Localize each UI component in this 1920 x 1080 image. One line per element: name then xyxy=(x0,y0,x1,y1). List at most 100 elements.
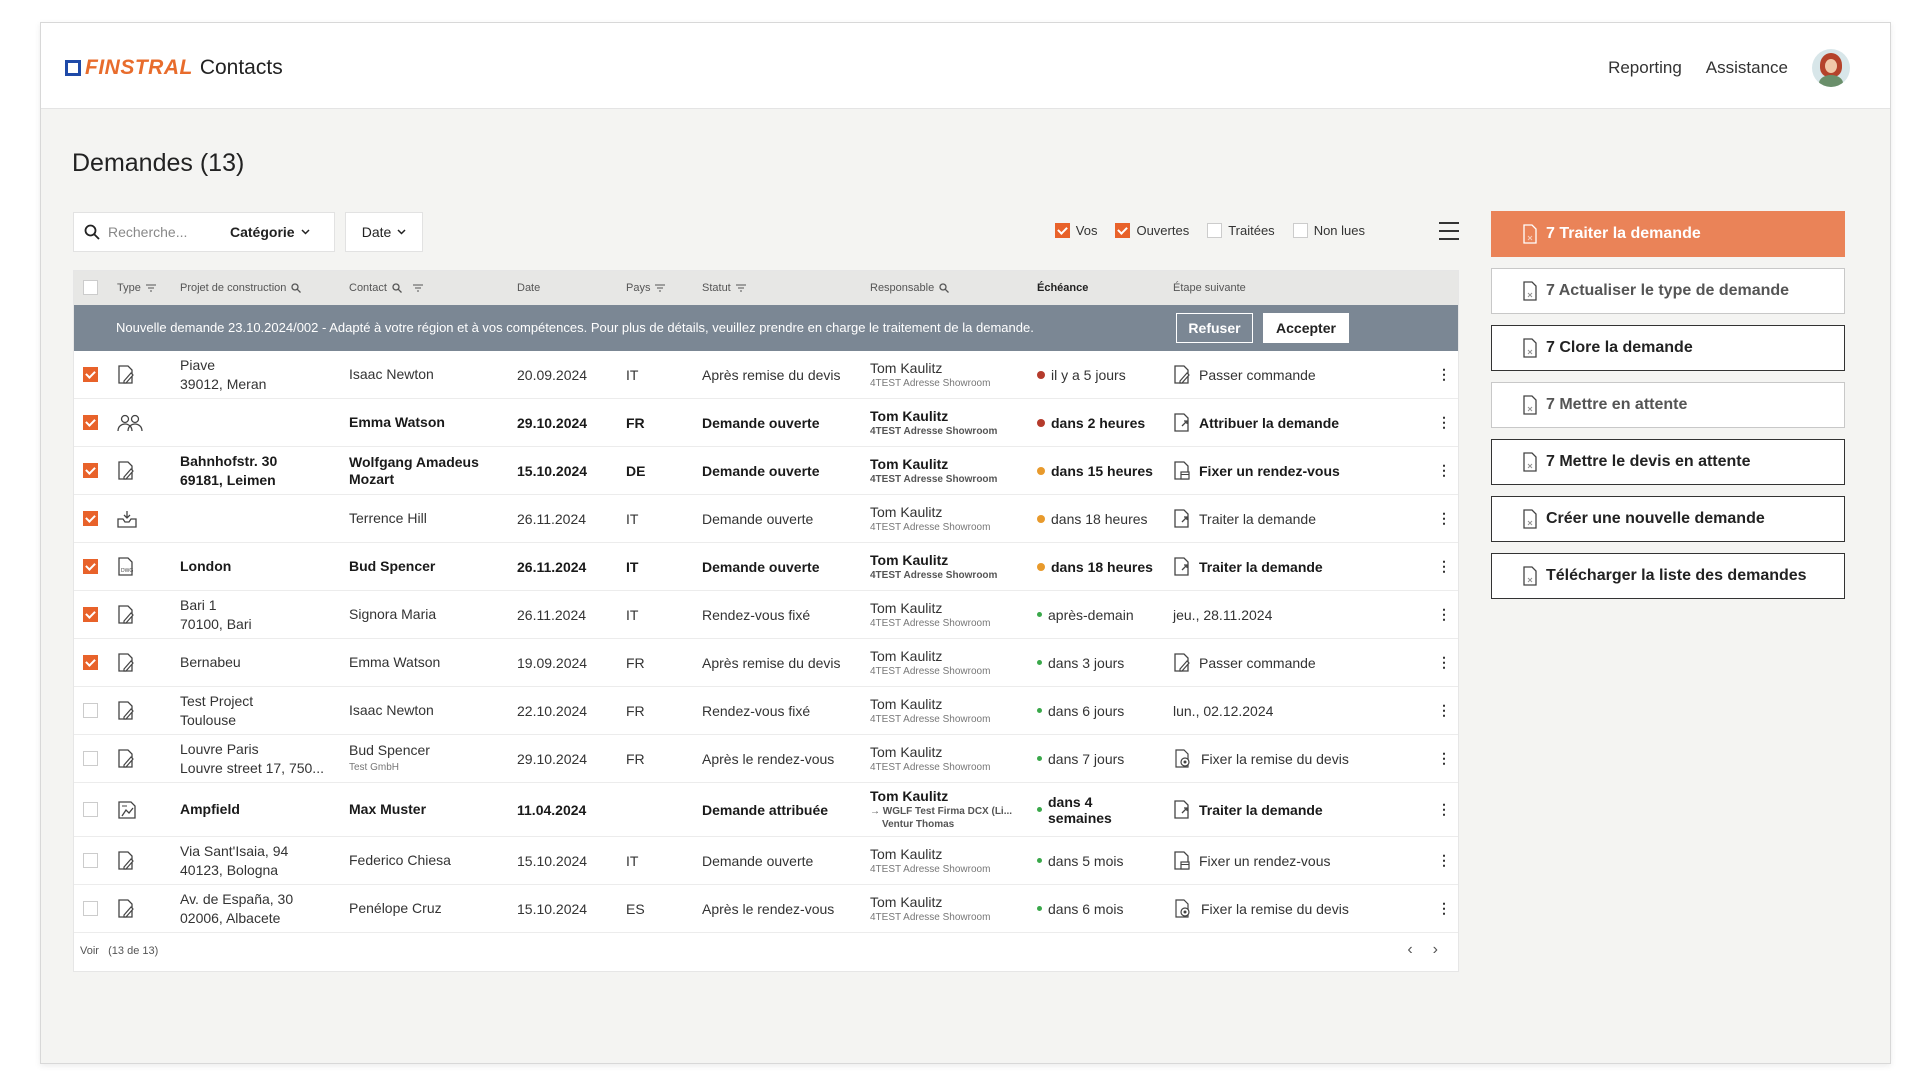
action-button[interactable]: Créer une nouvelle demande xyxy=(1491,496,1845,542)
select-all-checkbox[interactable] xyxy=(83,280,98,295)
filter-checkbox[interactable] xyxy=(1115,223,1131,238)
row-checkbox[interactable] xyxy=(83,802,98,817)
more-options-icon[interactable]: ⋮ xyxy=(1437,591,1451,638)
table-row[interactable]: Terrence Hill 26.11.2024 IT Demande ouve… xyxy=(74,495,1458,543)
due-text: dans 5 mois xyxy=(1048,852,1124,869)
accept-button[interactable]: Accepter xyxy=(1263,313,1349,343)
row-checkbox[interactable] xyxy=(83,655,98,670)
row-checkbox[interactable] xyxy=(83,901,98,916)
responsible-name: Tom Kaulitz xyxy=(870,407,949,424)
table-row[interactable]: Ampfield Max Muster 11.04.2024 Demande a… xyxy=(74,783,1458,837)
filter-checkbox[interactable] xyxy=(1292,223,1308,238)
refuse-button[interactable]: Refuser xyxy=(1176,313,1253,343)
table-row[interactable]: Bahnhofstr. 30 69181, Leimen Wolfgang Ama… xyxy=(74,447,1458,495)
avatar[interactable] xyxy=(1812,49,1850,87)
more-options-icon[interactable]: ⋮ xyxy=(1437,885,1451,932)
project-line2: 40123, Bologna xyxy=(180,861,279,878)
filter-ouvertes[interactable]: Ouvertes xyxy=(1115,223,1189,238)
filter-traitees[interactable]: Traitées xyxy=(1207,223,1275,238)
next-step-cell[interactable]: Fixer la remise du devis xyxy=(1173,885,1349,932)
col-responsible[interactable]: Responsable xyxy=(870,282,950,294)
action-button[interactable]: 7 Mettre le devis en attente xyxy=(1491,439,1845,485)
table-row[interactable]: Piave 39012, Meran Isaac Newton 20.09.202… xyxy=(74,351,1458,399)
row-checkbox[interactable] xyxy=(83,703,98,718)
table-row[interactable]: Via Sant'Isaia, 94 40123, Bologna Federic… xyxy=(74,837,1458,885)
next-step-cell[interactable]: Traiter la demande xyxy=(1173,495,1316,542)
next-step-cell[interactable]: jeu., 28.11.2024 xyxy=(1173,591,1272,638)
col-type[interactable]: Type xyxy=(117,282,156,294)
next-step-cell[interactable]: Fixer la remise du devis xyxy=(1173,735,1349,782)
more-options-icon[interactable]: ⋮ xyxy=(1437,783,1451,836)
filter-non-lues[interactable]: Non lues xyxy=(1292,223,1365,238)
more-options-icon[interactable]: ⋮ xyxy=(1437,495,1451,542)
more-options-icon[interactable]: ⋮ xyxy=(1437,837,1451,884)
search-input[interactable]: Recherche... Catégorie xyxy=(73,212,335,252)
filter-checkbox[interactable] xyxy=(1207,223,1223,238)
col-status[interactable]: Statut xyxy=(702,282,746,294)
people-icon xyxy=(117,414,143,432)
country-cell: ES xyxy=(626,900,645,917)
project-cell: Av. de España, 30 02006, Albacete xyxy=(180,885,340,932)
col-project[interactable]: Projet de construction xyxy=(180,282,302,294)
col-date[interactable]: Date xyxy=(517,282,540,294)
action-button[interactable]: 7 Clore la demande xyxy=(1491,325,1845,371)
table-row[interactable]: Av. de España, 30 02006, Albacete Penélop… xyxy=(74,885,1458,933)
table-row[interactable]: DWG London Bud Spencer 26.11.2024 IT Dem… xyxy=(74,543,1458,591)
next-step-cell[interactable]: Passer commande xyxy=(1173,351,1316,398)
col-country[interactable]: Pays xyxy=(626,282,666,294)
next-step-cell[interactable]: Attribuer la demande xyxy=(1173,399,1339,446)
next-step-cell[interactable]: Traiter la demande xyxy=(1173,543,1323,590)
responsible-name: Tom Kaulitz xyxy=(870,503,943,520)
table-row[interactable]: Emma Watson 29.10.2024 FR Demande ouvert… xyxy=(74,399,1458,447)
row-checkbox[interactable] xyxy=(83,607,98,622)
more-options-icon[interactable]: ⋮ xyxy=(1437,543,1451,590)
table-row[interactable]: Test Project Toulouse Isaac Newton 22.10.… xyxy=(74,687,1458,735)
next-step-cell[interactable]: Fixer un rendez-vous xyxy=(1173,447,1340,494)
more-options-icon[interactable]: ⋮ xyxy=(1437,399,1451,446)
category-dropdown[interactable]: Catégorie xyxy=(230,224,310,240)
logo[interactable]: FINSTRAL Contacts xyxy=(65,56,283,80)
contact-cell: Signora Maria xyxy=(349,591,514,638)
col-due[interactable]: Échéance xyxy=(1037,282,1088,294)
table-row[interactable]: Bari 1 70100, Bari Signora Maria 26.11.20… xyxy=(74,591,1458,639)
col-next-step[interactable]: Étape suivante xyxy=(1173,282,1246,294)
responsible-sub: 4TEST Adresse Showroom xyxy=(870,521,991,533)
next-step-cell[interactable]: Traiter la demande xyxy=(1173,783,1323,836)
action-button[interactable]: 7 Traiter la demande xyxy=(1491,211,1845,257)
col-contact[interactable]: Contact xyxy=(349,282,423,294)
action-button[interactable]: 7 Mettre en attente xyxy=(1491,382,1845,428)
next-step-cell[interactable]: Fixer un rendez-vous xyxy=(1173,837,1331,884)
more-options-icon[interactable]: ⋮ xyxy=(1437,351,1451,398)
next-step-cell[interactable]: lun., 02.12.2024 xyxy=(1173,687,1273,734)
table-row[interactable]: Bernabeu Emma Watson 19.09.2024 FR Après… xyxy=(74,639,1458,687)
row-checkbox[interactable] xyxy=(83,853,98,868)
due-text: il y a 5 jours xyxy=(1051,366,1126,383)
row-checkbox[interactable] xyxy=(83,511,98,526)
chevron-right-icon[interactable]: › xyxy=(1433,941,1438,959)
chevron-left-icon[interactable]: ‹ xyxy=(1407,941,1412,959)
row-checkbox[interactable] xyxy=(83,367,98,382)
next-step-cell[interactable]: Passer commande xyxy=(1173,639,1316,686)
nav-reporting[interactable]: Reporting xyxy=(1608,58,1682,78)
more-options-icon[interactable]: ⋮ xyxy=(1437,447,1451,494)
row-checkbox[interactable] xyxy=(83,415,98,430)
action-button[interactable]: Télécharger la liste des demandes xyxy=(1491,553,1845,599)
more-options-icon[interactable]: ⋮ xyxy=(1437,735,1451,782)
row-checkbox[interactable] xyxy=(83,751,98,766)
toolbar: Recherche... Catégorie Date Vos Ouvertes… xyxy=(73,212,1459,252)
row-checkbox[interactable] xyxy=(83,463,98,478)
row-checkbox[interactable] xyxy=(83,559,98,574)
filter-checkbox[interactable] xyxy=(1054,223,1070,238)
filter-vos[interactable]: Vos xyxy=(1054,223,1097,238)
action-button[interactable]: 7 Actualiser le type de demande xyxy=(1491,268,1845,314)
project-line1: Test Project xyxy=(180,692,254,709)
nav-assistance[interactable]: Assistance xyxy=(1706,58,1788,78)
column-menu-icon[interactable] xyxy=(1439,222,1459,240)
date-dropdown[interactable]: Date xyxy=(345,212,423,252)
more-options-icon[interactable]: ⋮ xyxy=(1437,687,1451,734)
more-options-icon[interactable]: ⋮ xyxy=(1437,639,1451,686)
due-cell: dans 18 heures xyxy=(1037,495,1148,542)
table-row[interactable]: Louvre Paris Louvre street 17, 750... Bud… xyxy=(74,735,1458,783)
country-cell: IT xyxy=(626,852,639,869)
contact-cell: Isaac Newton xyxy=(349,351,514,398)
